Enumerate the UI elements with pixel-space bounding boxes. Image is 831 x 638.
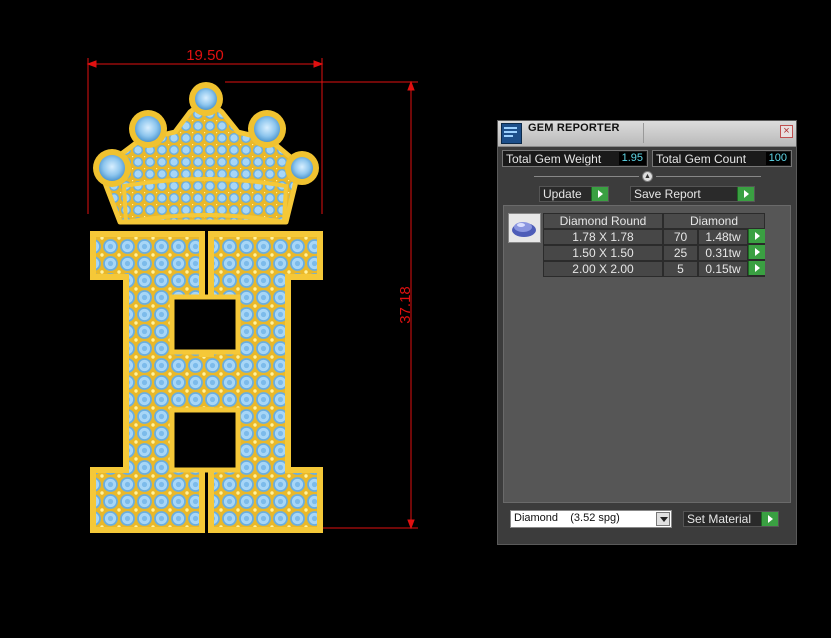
row-count: 5 <box>663 261 698 277</box>
update-button[interactable]: Update <box>539 186 609 202</box>
update-button-label: Update <box>543 187 582 201</box>
column-header-shape: Diamond Round <box>543 213 663 229</box>
row-size: 1.78 X 1.78 <box>543 229 663 245</box>
letter-h <box>90 231 323 533</box>
row-select-button[interactable] <box>748 229 765 245</box>
play-arrow-icon <box>591 187 608 201</box>
total-gem-weight-box: Total Gem Weight 1.95 <box>502 150 648 167</box>
gem-reporter-app-icon <box>501 123 522 144</box>
titlebar[interactable]: GEM REPORTER × <box>498 121 796 147</box>
width-dimension-label: 19.50 <box>186 47 224 64</box>
close-icon[interactable]: × <box>780 125 793 138</box>
save-report-button-label: Save Report <box>634 187 701 201</box>
total-gem-count-label: Total Gem Count <box>656 152 747 166</box>
row-select-button[interactable] <box>748 261 765 277</box>
row-size: 1.50 X 1.50 <box>543 245 663 261</box>
play-arrow-icon <box>748 229 765 243</box>
row-weight: 0.15tw <box>698 261 748 277</box>
column-header-stone: Diamond <box>663 213 765 229</box>
material-select-value: Diamond (3.52 spg) <box>514 512 620 524</box>
row-count: 70 <box>663 229 698 245</box>
play-arrow-icon <box>748 261 765 275</box>
chevron-down-icon[interactable] <box>656 512 670 526</box>
panel-title: GEM REPORTER <box>528 122 620 134</box>
set-material-button[interactable]: Set Material <box>683 511 779 527</box>
total-gem-count-value: 100 <box>765 152 790 165</box>
total-gem-weight-value: 1.95 <box>618 152 646 165</box>
row-weight: 1.48tw <box>698 229 748 245</box>
gem-reporter-panel: GEM REPORTER × Total Gem Weight 1.95 Tot… <box>497 120 797 545</box>
divider-left <box>534 176 639 177</box>
crown <box>93 82 319 225</box>
set-material-button-label: Set Material <box>687 512 752 526</box>
row-weight: 0.31tw <box>698 245 748 261</box>
play-arrow-icon <box>737 187 754 201</box>
divider-right <box>656 176 761 177</box>
diamond-gem-icon[interactable] <box>508 213 541 243</box>
total-gem-weight-label: Total Gem Weight <box>506 152 602 166</box>
material-select[interactable]: Diamond (3.52 spg) <box>510 510 672 528</box>
design-viewport[interactable]: 19.50 37.18 <box>0 0 470 633</box>
row-size: 2.00 X 2.00 <box>543 261 663 277</box>
row-select-button[interactable] <box>748 245 765 261</box>
height-dimension-label: 37.18 <box>397 286 414 324</box>
collapse-toggle-icon[interactable]: ▲ <box>642 171 653 182</box>
play-arrow-icon <box>748 245 765 259</box>
play-arrow-icon <box>761 512 778 526</box>
save-report-button[interactable]: Save Report <box>630 186 755 202</box>
h-crown-pendant-drawing: 19.50 37.18 <box>86 47 418 533</box>
titlebar-separator <box>643 123 644 143</box>
total-gem-count-box: Total Gem Count 100 <box>652 150 792 167</box>
row-count: 25 <box>663 245 698 261</box>
